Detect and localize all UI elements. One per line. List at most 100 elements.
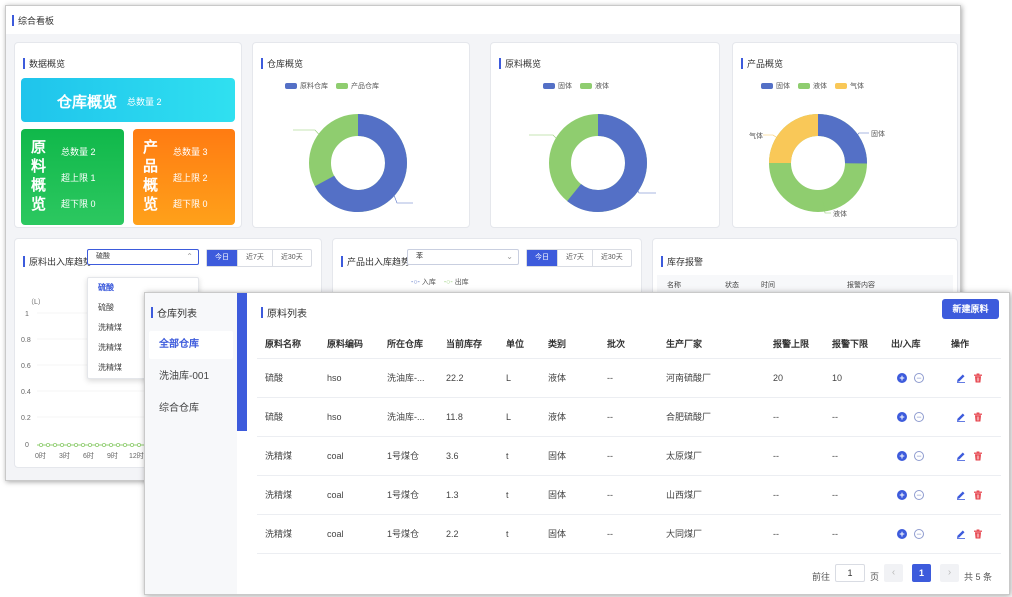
cell-warehouse: 1号煤仓 [387,529,420,539]
table-row: 硫酸 hso 洗油库-... 11.8 L 液体 -- 合肥硫酸厂 -- -- + − [257,398,1001,437]
warehouse-chart-card: 仓库概览 原料仓库 产品仓库 [252,42,470,228]
dashboard-title: 综合看板 [12,14,54,27]
xtick: 6时 [83,453,94,460]
legend-item[interactable]: 原料仓库 [285,81,328,91]
chevron-left-icon: ‹ [891,567,896,578]
material-chart-card: 原料概览 固体 液体 [490,42,720,228]
edit-icon[interactable] [956,412,966,423]
ytick: 0.6 [21,363,31,370]
xtick: 3时 [59,453,70,460]
warehouse-overview-label: 仓库概览 [57,94,118,111]
legend-item[interactable]: 固体 [543,81,572,91]
ytick: 1 [25,311,29,318]
cell-lower: -- [832,412,838,422]
stock-out-icon[interactable]: − [914,529,924,539]
legend-item[interactable]: 产品仓库 [336,81,379,91]
cell-upper: 20 [773,373,784,383]
col-actions: 操作 [951,339,970,349]
delete-icon[interactable] [973,373,983,383]
cell-name: 硫酸 [265,412,284,422]
legend-item[interactable]: 液体 [798,81,827,91]
stock-in-icon[interactable]: + [897,412,907,422]
chevron-down-icon: ⌄ [506,252,513,261]
warehouse-overview-tile[interactable]: 仓库概览 总数量 2 [21,78,235,122]
stock-out-icon[interactable]: − [914,412,924,422]
product-label-liquid: 液体 [833,211,847,218]
cell-code: coal [327,490,344,500]
ytick: 0.4 [21,389,31,396]
cell-unit: L [506,412,512,422]
alarm-col-content: 报警内容 [847,282,875,289]
legend-item[interactable]: 液体 [580,81,609,91]
material-select[interactable]: 硫酸 ⌃ [87,249,199,265]
table-row: 洗精煤 coal 1号煤仓 1.3 t 固体 -- 山西煤厂 -- -- + − [257,476,1001,515]
material-trend-yunit: （L） [27,299,45,306]
stock-out-icon[interactable]: − [914,451,924,461]
edit-icon[interactable] [956,490,966,501]
cell-lower: -- [832,490,838,500]
page-number-current[interactable]: 1 [912,564,931,582]
col-inout: 出/入库 [891,339,921,349]
product-range-toggle: 今日 近7天 近30天 [526,249,632,267]
col-unit: 单位 [506,339,525,349]
stock-in-icon[interactable]: + [897,490,907,500]
delete-icon[interactable] [973,529,983,539]
cell-category: 固体 [548,451,567,461]
cell-batch: -- [607,373,613,383]
col-stock: 当前库存 [446,339,483,349]
stock-in-icon[interactable]: + [897,451,907,461]
next-page-button[interactable]: › [940,564,959,582]
product-upper: 超上限 2 [173,173,208,183]
edit-icon[interactable] [956,451,966,462]
sidebar-item-all[interactable]: 全部仓库 [149,331,233,359]
product-select[interactable]: 苯 ⌄ [407,249,519,265]
range-today[interactable]: 今日 [207,250,238,266]
table-row: 洗精煤 coal 1号煤仓 3.6 t 固体 -- 太原煤厂 -- -- + − [257,437,1001,476]
new-material-button[interactable]: 新建原料 [942,299,999,319]
stock-out-icon[interactable]: − [914,373,924,383]
col-name: 原料名称 [265,339,302,349]
col-code: 原料编码 [327,339,364,349]
product-overview-tile[interactable]: 产品概览 总数量 3 超上限 2 超下限 0 [133,129,235,225]
range-7days[interactable]: 近7天 [238,250,273,266]
product-trend-title: 产品出入库趋势 [341,255,410,268]
legend-item[interactable]: -○- 出库 [444,277,469,287]
product-total: 总数量 3 [173,147,208,157]
legend-item[interactable]: 气体 [835,81,864,91]
stock-out-icon[interactable]: − [914,490,924,500]
range-30days[interactable]: 近30天 [273,250,311,266]
sidebar-item-oil-warehouse[interactable]: 洗油库-001 [149,363,233,391]
material-overview-tile[interactable]: 原料概览 总数量 2 超上限 1 超下限 0 [21,129,124,225]
material-total: 总数量 2 [61,147,96,157]
cell-category: 液体 [548,412,567,422]
cell-lower: -- [832,451,838,461]
product-chart-legend: 固体 液体 气体 [761,81,864,91]
range-7days[interactable]: 近7天 [558,250,593,266]
warehouse-sidebar: 仓库列表 全部仓库 洗油库-001 综合仓库 [145,293,237,594]
sidebar-item-general-warehouse[interactable]: 综合仓库 [149,395,233,423]
cell-maker: 山西煤厂 [666,490,703,500]
cell-maker: 河南硫酸厂 [666,373,712,383]
cell-name: 洗精煤 [265,451,293,461]
range-30days[interactable]: 近30天 [593,250,631,266]
range-today[interactable]: 今日 [527,250,558,266]
legend-item[interactable]: -○- 入库 [411,277,436,287]
delete-icon[interactable] [973,451,983,461]
stock-in-icon[interactable]: + [897,529,907,539]
table-row: 洗精煤 coal 1号煤仓 2.2 t 固体 -- 大同煤厂 -- -- + − [257,515,1001,554]
page-input[interactable]: 1 [835,564,865,582]
inventory-window: 仓库列表 全部仓库 洗油库-001 综合仓库 原料列表 新建原料 原料名称 原料… [144,292,1010,595]
edit-icon[interactable] [956,529,966,540]
alarm-col-name: 名称 [667,282,681,289]
delete-icon[interactable] [973,412,983,422]
col-warehouse: 所在仓库 [387,339,424,349]
stock-in-icon[interactable]: + [897,373,907,383]
legend-item[interactable]: 固体 [761,81,790,91]
edit-icon[interactable] [956,373,966,384]
prev-page-button[interactable]: ‹ [884,564,903,582]
ytick: 0.2 [21,415,31,422]
delete-icon[interactable] [973,490,983,500]
cell-lower: 10 [832,373,843,383]
col-maker: 生产厂家 [666,339,703,349]
data-overview-title: 数据概览 [23,57,65,70]
